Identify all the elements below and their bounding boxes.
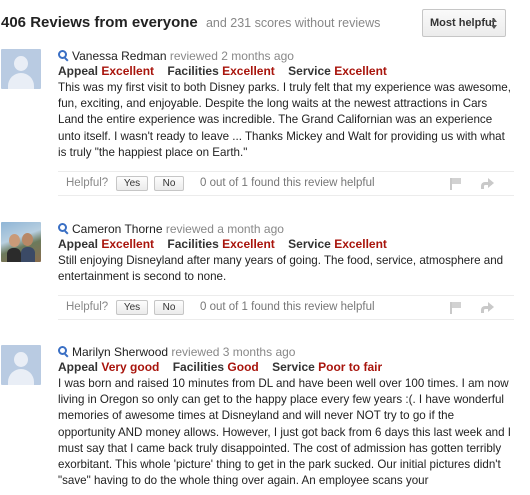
helpful-yes-button[interactable]: Yes xyxy=(116,300,148,315)
default-avatar[interactable] xyxy=(1,345,41,385)
review-ratings: Appeal Very good Facilities Good Service… xyxy=(58,360,392,374)
rating-label-facilities: Facilities xyxy=(167,64,219,78)
reviews-subtitle: and 231 scores without reviews xyxy=(205,16,381,30)
search-icon[interactable] xyxy=(58,223,69,234)
rating-label-service: Service xyxy=(272,360,315,374)
review-meta: reviewed a month ago xyxy=(165,222,284,236)
review-ratings: Appeal Excellent Facilities Excellent Se… xyxy=(58,64,397,78)
rating-label-appeal: Appeal xyxy=(58,64,99,78)
flag-icon[interactable] xyxy=(450,302,461,314)
reviews-title: 406 Reviews from everyone and 231 scores… xyxy=(1,14,380,31)
review-author-line: Vanessa Redman reviewed 2 months ago xyxy=(58,49,294,63)
rating-value-service: Excellent xyxy=(334,64,387,78)
review-text: I was born and raised 10 minutes from DL… xyxy=(58,377,512,488)
avatar-face xyxy=(22,233,33,246)
sort-arrows-icon xyxy=(491,18,498,30)
search-icon[interactable] xyxy=(58,50,69,61)
avatar-shirt xyxy=(21,247,35,262)
review-item: Marilyn Sherwood reviewed 3 months ago A… xyxy=(0,345,530,495)
rating-value-facilities: Excellent xyxy=(222,237,275,251)
rating-label-appeal: Appeal xyxy=(58,237,99,251)
avatar-shirt xyxy=(7,248,21,262)
rating-value-service: Poor to fair xyxy=(318,360,383,374)
helpful-yes-button[interactable]: Yes xyxy=(116,176,148,191)
helpful-count: 0 out of 1 found this review helpful xyxy=(200,301,375,313)
rating-value-appeal: Very good xyxy=(101,360,160,374)
reviews-header: 406 Reviews from everyone and 231 scores… xyxy=(0,0,530,44)
rating-value-facilities: Good xyxy=(227,360,259,374)
sort-label: Most helpful xyxy=(430,17,495,29)
helpful-no-button[interactable]: No xyxy=(154,300,184,315)
review-meta: reviewed 3 months ago xyxy=(171,345,296,359)
author-name[interactable]: Vanessa Redman xyxy=(72,49,167,63)
flag-icon[interactable] xyxy=(450,178,461,190)
helpful-bar: Helpful? Yes No 0 out of 1 found this re… xyxy=(58,171,514,196)
rating-label-facilities: Facilities xyxy=(167,237,219,251)
helpful-no-button[interactable]: No xyxy=(154,176,184,191)
sort-dropdown[interactable]: Most helpful xyxy=(422,9,506,37)
reviews-count-title: 406 Reviews from everyone xyxy=(1,14,198,31)
review-meta: reviewed 2 months ago xyxy=(169,49,294,63)
author-name[interactable]: Marilyn Sherwood xyxy=(72,345,168,359)
review-ratings: Appeal Excellent Facilities Excellent Se… xyxy=(58,237,397,251)
helpful-bar: Helpful? Yes No 0 out of 1 found this re… xyxy=(58,295,514,320)
helpful-label: Helpful? xyxy=(66,177,109,189)
user-avatar-photo[interactable] xyxy=(1,222,41,262)
default-avatar[interactable] xyxy=(1,49,41,89)
rating-value-appeal: Excellent xyxy=(101,64,155,78)
review-author-line: Cameron Thorne reviewed a month ago xyxy=(58,222,284,236)
author-name[interactable]: Cameron Thorne xyxy=(72,222,163,236)
review-item: Vanessa Redman reviewed 2 months ago App… xyxy=(0,49,530,197)
helpful-label: Helpful? xyxy=(66,301,109,313)
review-text: This was my first visit to both Disney p… xyxy=(58,81,511,159)
share-icon[interactable] xyxy=(481,302,494,313)
search-icon[interactable] xyxy=(58,346,69,357)
rating-label-service: Service xyxy=(288,64,331,78)
rating-label-service: Service xyxy=(288,237,331,251)
rating-value-appeal: Excellent xyxy=(101,237,155,251)
review-author-line: Marilyn Sherwood reviewed 3 months ago xyxy=(58,345,295,359)
avatar-face xyxy=(9,234,20,247)
helpful-count: 0 out of 1 found this review helpful xyxy=(200,177,375,189)
review-item: Cameron Thorne reviewed a month ago Appe… xyxy=(0,222,530,322)
review-text: Still enjoying Disneyland after many yea… xyxy=(58,254,504,284)
rating-value-facilities: Excellent xyxy=(222,64,275,78)
share-icon[interactable] xyxy=(481,178,494,189)
rating-label-facilities: Facilities xyxy=(172,360,225,374)
rating-value-service: Excellent xyxy=(334,237,387,251)
rating-label-appeal: Appeal xyxy=(58,360,99,374)
